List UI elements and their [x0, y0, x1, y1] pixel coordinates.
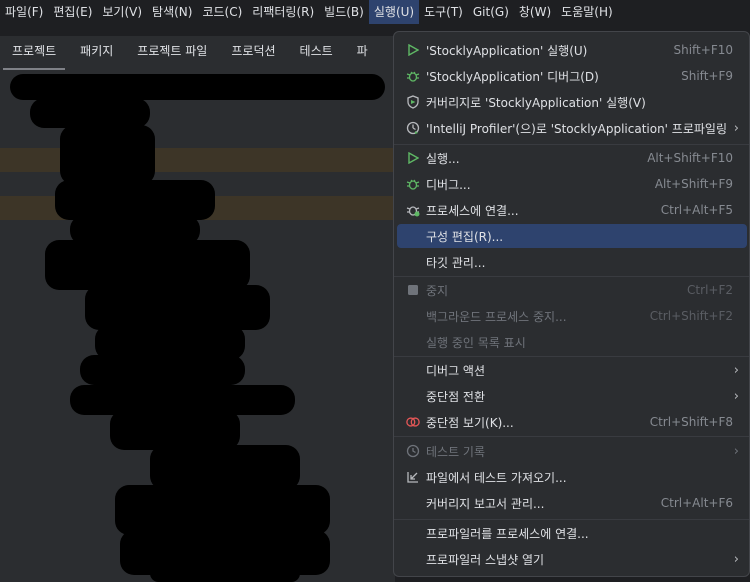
project-tree-panel — [0, 70, 395, 582]
chevron-right-icon: › — [733, 362, 739, 378]
menu-item-attach-to-process[interactable]: 프로세스에 연결... Ctrl+Alt+F5 — [397, 198, 747, 222]
menu-window[interactable]: 창(W) — [514, 0, 556, 24]
menu-item-run-stockly[interactable]: 'StocklyApplication' 실행(U) Shift+F10 — [397, 38, 747, 62]
menu-refactor[interactable]: 리팩터링(R) — [247, 0, 319, 24]
separator — [394, 356, 749, 357]
redacted-area — [10, 74, 385, 100]
menu-item-manage-coverage-reports[interactable]: 커버리지 보고서 관리... Ctrl+Alt+F6 — [397, 491, 747, 515]
run-icon — [406, 151, 420, 165]
menu-item-debug-stockly[interactable]: 'StocklyApplication' 디버그(D) Shift+F9 — [397, 64, 747, 88]
redacted-area — [150, 445, 300, 490]
menu-item-attach-profiler[interactable]: 프로파일러를 프로세스에 연결... — [397, 521, 747, 545]
menu-navigate[interactable]: 탐색(N) — [147, 0, 197, 24]
menu-item-show-running-list[interactable]: 실행 중인 목록 표시 — [397, 330, 747, 354]
redacted-area — [55, 180, 215, 220]
redacted-area — [45, 240, 250, 290]
menu-item-profile-stockly[interactable]: 'IntelliJ Profiler'(으)로 'StocklyApplicat… — [397, 116, 747, 140]
redacted-area — [80, 355, 245, 385]
coverage-icon — [406, 95, 420, 109]
menu-view[interactable]: 보기(V) — [97, 0, 147, 24]
run-icon — [406, 43, 420, 57]
menu-git[interactable]: Git(G) — [468, 0, 514, 24]
menu-item-run[interactable]: 실행... Alt+Shift+F10 — [397, 146, 747, 170]
redacted-area — [110, 410, 240, 450]
chevron-right-icon: › — [733, 443, 739, 459]
menu-item-debug[interactable]: 디버그... Alt+Shift+F9 — [397, 172, 747, 196]
chevron-right-icon: › — [733, 120, 739, 136]
menu-item-open-profiler-snapshot[interactable]: 프로파일러 스냅샷 열기 › — [397, 547, 747, 571]
run-menu-popup: 'StocklyApplication' 실행(U) Shift+F10 'St… — [393, 31, 750, 577]
tab-more[interactable]: 파 — [345, 36, 380, 70]
stop-icon — [406, 283, 420, 297]
redacted-area — [60, 125, 155, 185]
redacted-area — [150, 565, 300, 582]
tab-project-files[interactable]: 프로젝트 파일 — [125, 36, 219, 70]
tab-packages[interactable]: 패키지 — [68, 36, 125, 70]
profiler-icon — [406, 121, 420, 135]
menu-item-edit-configurations[interactable]: 구성 편집(R)... — [397, 224, 747, 248]
menu-item-run-with-coverage[interactable]: 커버리지로 'StocklyApplication' 실행(V) — [397, 90, 747, 114]
menu-run[interactable]: 실행(U) — [368, 0, 420, 24]
menu-item-view-breakpoints[interactable]: 중단점 보기(K)... Ctrl+Shift+F8 — [397, 410, 747, 434]
menu-item-test-history[interactable]: 테스트 기록 › — [397, 439, 747, 463]
redacted-area — [30, 98, 150, 128]
import-icon — [406, 470, 420, 484]
menu-tools[interactable]: 도구(T) — [419, 0, 468, 24]
menu-item-toggle-breakpoint[interactable]: 중단점 전환 › — [397, 384, 747, 408]
history-icon — [406, 444, 420, 458]
menu-code[interactable]: 코드(C) — [197, 0, 247, 24]
separator — [394, 144, 749, 145]
tab-tests[interactable]: 테스트 — [288, 36, 345, 70]
menu-item-stop-background[interactable]: 백그라운드 프로세스 중지... Ctrl+Shift+F2 — [397, 304, 747, 328]
breakpoints-icon — [406, 415, 420, 429]
project-view-tabs: 프로젝트 패키지 프로젝트 파일 프로덕션 테스트 파 — [0, 36, 400, 70]
tab-production[interactable]: 프로덕션 — [219, 36, 287, 70]
debug-icon — [406, 69, 420, 83]
menu-item-import-tests[interactable]: 파일에서 테스트 가져오기... — [397, 465, 747, 489]
menu-item-debug-actions[interactable]: 디버그 액션 › — [397, 358, 747, 382]
main-menubar: 파일(F) 편집(E) 보기(V) 탐색(N) 코드(C) 리팩터링(R) 빌드… — [0, 0, 750, 24]
separator — [394, 436, 749, 437]
tab-project[interactable]: 프로젝트 — [0, 36, 68, 70]
menu-item-stop[interactable]: 중지 Ctrl+F2 — [397, 278, 747, 302]
attach-debug-icon — [406, 203, 420, 217]
menu-file[interactable]: 파일(F) — [0, 0, 48, 24]
menu-item-manage-targets[interactable]: 타깃 관리... — [397, 250, 747, 274]
chevron-right-icon: › — [733, 551, 739, 567]
separator — [394, 276, 749, 277]
menu-build[interactable]: 빌드(B) — [319, 0, 369, 24]
menu-edit[interactable]: 편집(E) — [48, 0, 97, 24]
chevron-right-icon: › — [733, 388, 739, 404]
redacted-area — [115, 485, 330, 535]
menu-help[interactable]: 도움말(H) — [556, 0, 618, 24]
separator — [394, 519, 749, 520]
debug-icon — [406, 177, 420, 191]
redacted-area — [85, 285, 270, 330]
